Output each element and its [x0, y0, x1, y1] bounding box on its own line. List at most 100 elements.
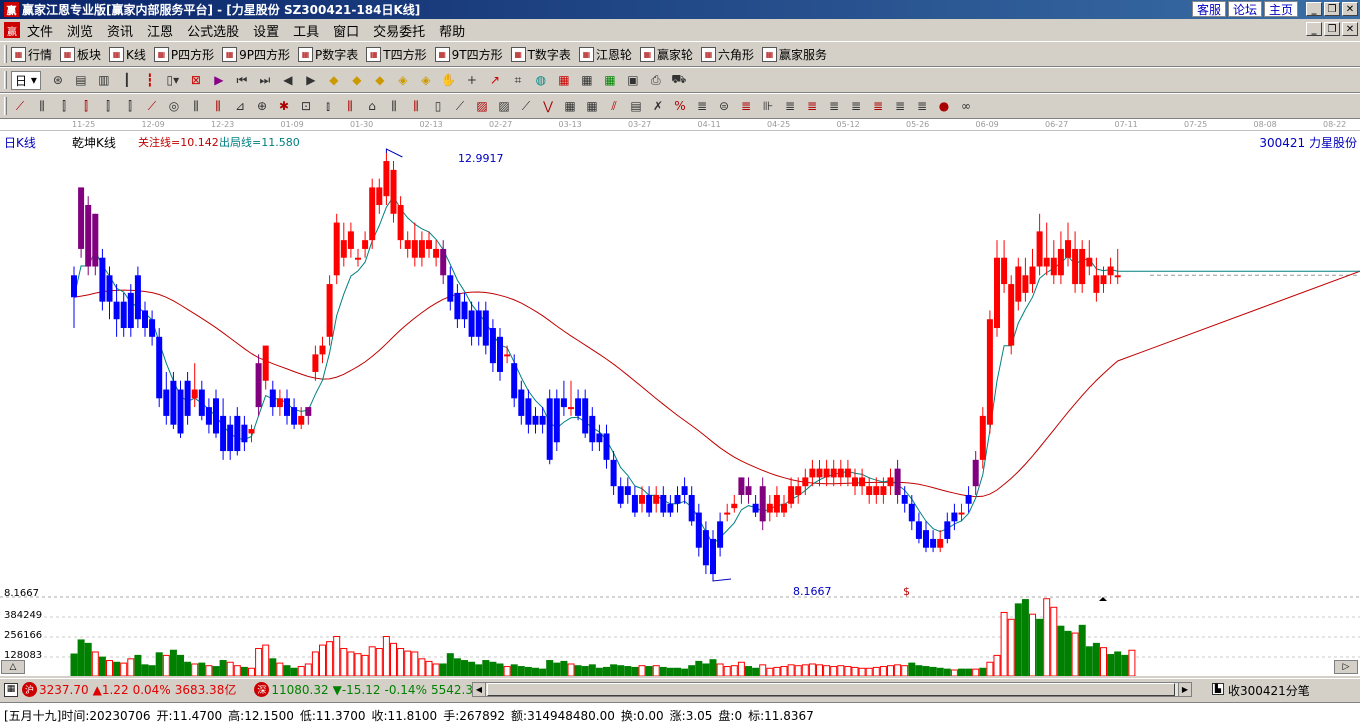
drawing-tool-icon[interactable]: ≣ — [737, 97, 755, 115]
diamond5-icon[interactable]: ◈ — [417, 71, 435, 89]
drawing-tool-icon[interactable]: ⊜ — [715, 97, 733, 115]
diamond1-icon[interactable]: ◆ — [325, 71, 343, 89]
drawing-tool-icon[interactable]: ▤ — [627, 97, 645, 115]
print-icon[interactable]: ⎙ — [647, 71, 665, 89]
toolbar-item-grid[interactable]: ▦ 行情 — [11, 46, 52, 63]
menu-logo-icon[interactable]: 赢 — [4, 22, 20, 38]
toolbar-item-p-square[interactable]: ▦ P四方形 — [153, 46, 214, 63]
drawing-tool-icon[interactable]: ◎ — [165, 97, 183, 115]
drawing-tool-icon[interactable]: ⫼ — [407, 97, 425, 115]
diamond3-icon[interactable]: ◆ — [371, 71, 389, 89]
diamond2-icon[interactable]: ◆ — [348, 71, 366, 89]
first-icon[interactable]: ⏮ — [233, 71, 251, 89]
mdi-minimize-icon[interactable]: _ — [1306, 22, 1322, 36]
menu-browse[interactable]: 浏览 — [60, 21, 100, 40]
drawing-tool-icon[interactable]: ∞ — [957, 97, 975, 115]
drawing-tool-icon[interactable]: ≣ — [891, 97, 909, 115]
toolbar-item-gann-wheel[interactable]: ▦ 江恩轮 — [578, 46, 632, 63]
doc-icon[interactable]: ▤ — [72, 71, 90, 89]
zoom-icon[interactable]: ⊛ — [49, 71, 67, 89]
drawing-tool-icon[interactable]: ⋁ — [539, 97, 557, 115]
drawing-tool-icon[interactable]: ≣ — [693, 97, 711, 115]
pointer-icon[interactable]: ▯▾ — [164, 71, 182, 89]
drawing-tool-icon[interactable]: ⌂ — [363, 97, 381, 115]
scroll-thumb[interactable] — [487, 683, 1175, 696]
toolbar-item-winner-wheel[interactable]: ▦ 赢家轮 — [639, 46, 693, 63]
toolbar-item-service[interactable]: ▦ 赢家服务 — [761, 46, 827, 63]
crosshair-icon[interactable]: + — [463, 71, 481, 89]
toolbar-item-t-square[interactable]: ▦ T四方形 — [366, 46, 427, 63]
drawing-tool-icon[interactable]: ● — [935, 97, 953, 115]
scroll-left-button[interactable]: △ — [1, 660, 25, 674]
menu-news[interactable]: 资讯 — [100, 21, 140, 40]
toolbar-item-kline[interactable]: ▦ K线 — [109, 46, 146, 63]
drawing-tool-icon[interactable]: ⫼ — [341, 97, 359, 115]
toolbar-item-hexagon[interactable]: ▦ 六角形 — [700, 46, 754, 63]
candle-red-icon[interactable]: ┇ — [141, 71, 159, 89]
chart-canvas[interactable]: 日K线 乾坤K线 关注线=10.142 出局线=11.580 300421 力星… — [0, 131, 1360, 677]
service-link[interactable]: 客服 — [1191, 1, 1226, 17]
drawing-tool-icon[interactable]: ⟋ — [11, 97, 29, 115]
save-icon[interactable]: ▣ — [624, 71, 642, 89]
drawing-tool-icon[interactable]: ⫿ — [121, 97, 139, 115]
toolbar-item-t9-square[interactable]: ▦ 9T四方形 — [434, 46, 503, 63]
bars-icon[interactable]: ▥ — [95, 71, 113, 89]
drawing-tool-icon[interactable]: ⫼ — [187, 97, 205, 115]
chart-type-icon[interactable]: ⌗ — [509, 71, 527, 89]
drawing-tool-icon[interactable]: ⫽ — [605, 97, 623, 115]
drawing-tool-icon[interactable]: ▦ — [583, 97, 601, 115]
toolbar-item-tn-table[interactable]: ▦ T数字表 — [510, 46, 571, 63]
drawing-tool-icon[interactable]: ≣ — [847, 97, 865, 115]
candle-icon[interactable]: ┃ — [118, 71, 136, 89]
drawing-tool-icon[interactable]: ▨ — [473, 97, 491, 115]
scroll-right-arrow-icon[interactable]: ▶ — [1178, 682, 1192, 697]
trend-icon[interactable]: ↗ — [486, 71, 504, 89]
calc-icon[interactable]: ▦ — [578, 71, 596, 89]
toolbar-item-pn-table[interactable]: ▦ P数字表 — [298, 46, 358, 63]
drawing-tool-icon[interactable]: ✱ — [275, 97, 293, 115]
drawing-tool-icon[interactable]: ≣ — [825, 97, 843, 115]
drawing-tool-icon[interactable]: ▦ — [561, 97, 579, 115]
flag-icon[interactable]: ▶ — [210, 71, 228, 89]
calendar-icon[interactable]: ▦ — [555, 71, 573, 89]
kline-chart[interactable]: 日K线 乾坤K线 关注线=10.142 出局线=11.580 300421 力星… — [0, 131, 1360, 677]
drawing-tool-icon[interactable]: ⫾ — [319, 97, 337, 115]
menu-help[interactable]: 帮助 — [432, 21, 472, 40]
homepage-link[interactable]: 主页 — [1263, 1, 1298, 17]
minimize-icon[interactable]: _ — [1306, 2, 1322, 16]
period-select[interactable]: 日 ▾ — [11, 70, 41, 90]
menu-settings[interactable]: 设置 — [246, 21, 286, 40]
drawing-tool-icon[interactable]: ≣ — [869, 97, 887, 115]
menu-file[interactable]: 文件 — [20, 21, 60, 40]
drawing-tool-icon[interactable]: ≣ — [803, 97, 821, 115]
horizontal-scrollbar[interactable]: ◀ ▶ — [472, 682, 1192, 697]
toolbar-item-blocks[interactable]: ▦ 板块 — [60, 46, 101, 63]
drawing-tool-icon[interactable]: ⟋ — [143, 97, 161, 115]
drawing-tool-icon[interactable]: ✗ — [649, 97, 667, 115]
drawing-tool-icon[interactable]: ⫿ — [99, 97, 117, 115]
last-icon[interactable]: ⏭ — [256, 71, 274, 89]
drawing-tool-icon[interactable]: ⊡ — [297, 97, 315, 115]
drawing-tool-icon[interactable]: ≣ — [781, 97, 799, 115]
table-icon[interactable]: ▦ — [601, 71, 619, 89]
drawing-tool-icon[interactable]: ⊕ — [253, 97, 271, 115]
ticker-label[interactable]: 收300421分笔 — [1228, 682, 1310, 699]
menu-trade[interactable]: 交易委托 — [366, 21, 432, 40]
drawing-tool-icon[interactable]: ⫼ — [385, 97, 403, 115]
scroll-right-button[interactable]: ▷ — [1334, 660, 1358, 674]
drawing-tool-icon[interactable]: % — [671, 97, 689, 115]
drawing-tool-icon[interactable]: ▯ — [429, 97, 447, 115]
drawing-tool-icon[interactable]: ⫼ — [209, 97, 227, 115]
drawing-tool-icon[interactable]: ⊪ — [759, 97, 777, 115]
diamond4-icon[interactable]: ◈ — [394, 71, 412, 89]
mdi-restore-icon[interactable]: ❐ — [1324, 22, 1340, 36]
menu-tools[interactable]: 工具 — [286, 21, 326, 40]
drawing-tool-icon[interactable]: ▨ — [495, 97, 513, 115]
menu-screener[interactable]: 公式选股 — [180, 21, 246, 40]
drawing-tool-icon[interactable]: ⫿ — [55, 97, 73, 115]
menu-window[interactable]: 窗口 — [326, 21, 366, 40]
drawing-tool-icon[interactable]: ⟋ — [517, 97, 535, 115]
mdi-close-icon[interactable]: ✕ — [1342, 22, 1358, 36]
menu-gann[interactable]: 江恩 — [140, 21, 180, 40]
grid-icon[interactable]: ▦ — [4, 682, 18, 697]
